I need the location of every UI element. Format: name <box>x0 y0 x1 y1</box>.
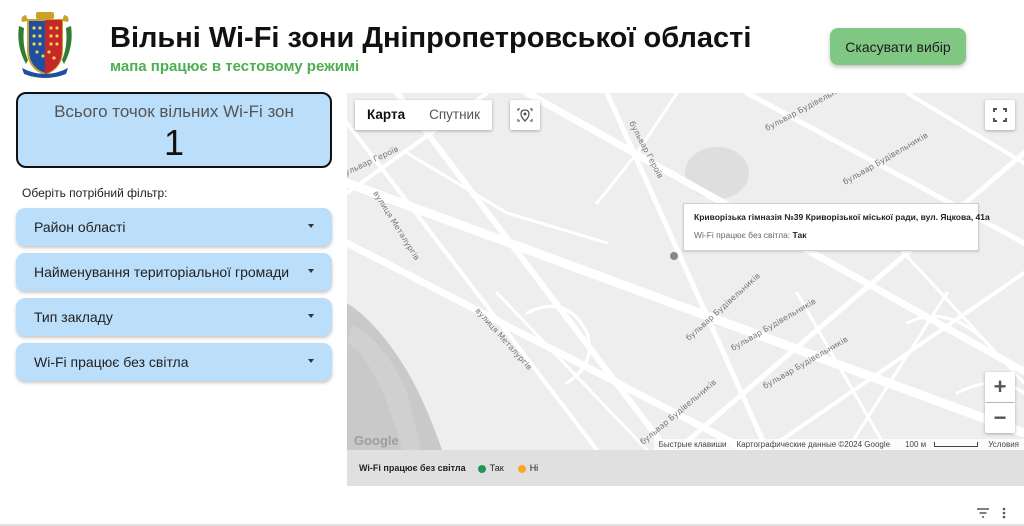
filter-icon[interactable] <box>977 508 989 518</box>
legend-item-no-label: Ні <box>529 463 539 473</box>
terms-link[interactable]: Условия <box>983 440 1024 449</box>
cancel-selection-button[interactable]: Скасувати вибір <box>830 28 966 65</box>
map-footer: Быстрые клавиши Картографические данные … <box>653 439 1024 450</box>
page-title: Вільні Wi-Fi зони Дніпропетровської обла… <box>110 22 752 54</box>
map-type-map-button[interactable]: Карта <box>355 100 417 130</box>
keyboard-shortcuts-link[interactable]: Быстрые клавиши <box>654 440 732 449</box>
caret-down-icon <box>308 224 314 228</box>
legend-item-yes: Так <box>477 463 504 473</box>
fullscreen-icon <box>993 108 1007 122</box>
caret-down-icon <box>308 359 314 363</box>
map-scale[interactable]: 100 м <box>895 440 983 449</box>
filter-district-dropdown[interactable]: Район області <box>16 208 332 246</box>
legend-item-yes-label: Так <box>489 463 504 473</box>
more-vertical-icon[interactable] <box>1002 507 1006 519</box>
zoom-in-button[interactable]: + <box>985 372 1015 402</box>
info-window-title: Криворізька гімназія №39 Криворізької мі… <box>694 212 990 222</box>
points-counter-value: 1 <box>163 122 185 163</box>
map-type-satellite-button[interactable]: Спутник <box>417 100 492 130</box>
locate-me-button[interactable] <box>510 100 540 130</box>
google-logo: Google <box>354 433 399 448</box>
map-scale-label: 100 м <box>905 440 927 449</box>
points-counter-card: Всього точок вільних Wi-Fi зон 1 <box>16 92 332 168</box>
page-subtitle: мапа працює в тестовому режимі <box>110 58 360 75</box>
info-window-wifi-label: Wi-Fi працює без світла: <box>694 230 791 240</box>
map-background: бульвар Героїв бульвар Героїв вулиця Мет… <box>347 93 1024 450</box>
filter-community-dropdown[interactable]: Найменування територіальної громади <box>16 253 332 291</box>
points-counter-label: Всього точок вільних Wi-Fi зон <box>54 102 294 121</box>
page: Вільні Wi-Fi зони Дніпропетровської обла… <box>0 0 1024 526</box>
caret-down-icon <box>308 269 314 273</box>
coat-of-arms-logo <box>18 12 72 78</box>
map-info-window: Криворізька гімназія №39 Криворізької мі… <box>683 203 990 251</box>
info-window-wifi-value: Так <box>792 230 807 240</box>
legend-title: Wi-Fi працює без світла <box>359 463 466 473</box>
scale-bar <box>934 442 979 448</box>
bottom-toolbar <box>976 506 1016 523</box>
map-canvas[interactable]: бульвар Героїв бульвар Героїв вулиця Мет… <box>347 93 1024 450</box>
map-attribution: Картографические данные ©2024 Google <box>736 440 891 449</box>
zoom-out-button[interactable]: − <box>985 403 1015 433</box>
legend-item-no: Ні <box>517 463 539 473</box>
filter-label: Оберіть потрібний фільтр: <box>22 186 168 200</box>
location-pin-icon <box>517 108 533 122</box>
bottom-toolbar-icons <box>977 507 1006 519</box>
filter-wifi-no-power-dropdown[interactable]: Wi-Fi працює без світла <box>16 343 332 381</box>
info-window-wifi-row: Wi-Fi працює без світла: Так <box>694 230 968 240</box>
filter-institution-type-dropdown[interactable]: Тип закладу <box>16 298 332 336</box>
caret-down-icon <box>308 314 314 318</box>
filter-community-label: Найменування територіальної громади <box>34 264 290 280</box>
filter-district-label: Район області <box>34 219 126 235</box>
wifi-point-marker[interactable] <box>670 252 678 260</box>
filter-institution-type-label: Тип закладу <box>34 309 113 325</box>
fullscreen-button[interactable] <box>985 100 1015 130</box>
map-legend: Wi-Fi працює без світла Так Ні <box>347 450 1024 486</box>
map-type-switcher: Карта Спутник <box>355 100 493 130</box>
orange-dot-icon <box>517 464 526 473</box>
filter-wifi-no-power-label: Wi-Fi працює без світла <box>34 354 189 370</box>
green-dot-icon <box>477 464 486 473</box>
